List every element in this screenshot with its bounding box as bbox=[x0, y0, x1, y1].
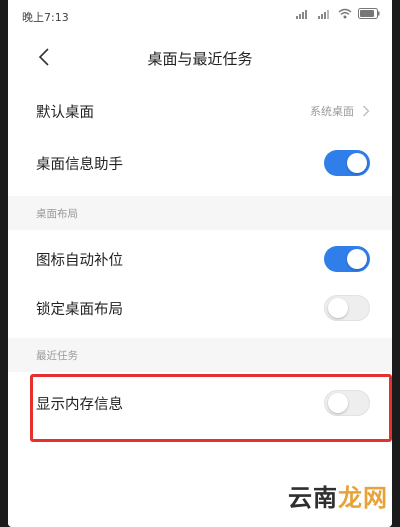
icon-autofill-label: 图标自动补位 bbox=[36, 252, 123, 269]
section-header-recent-tasks: 最近任务 bbox=[8, 338, 392, 372]
desktop-assistant-toggle[interactable] bbox=[324, 150, 370, 176]
highlight-annotation-box bbox=[30, 374, 392, 442]
watermark-part1: 云南 bbox=[288, 483, 338, 512]
status-icons bbox=[296, 8, 380, 19]
page-title: 桌面与最近任务 bbox=[147, 50, 253, 68]
default-desktop-label: 默认桌面 bbox=[36, 104, 94, 121]
signal-icon bbox=[296, 9, 307, 19]
default-desktop-value-group: 系统桌面 bbox=[310, 103, 370, 119]
toggle-knob bbox=[347, 153, 367, 173]
signal-icon-secondary bbox=[318, 9, 329, 19]
toggle-knob bbox=[347, 249, 367, 269]
settings-screen: 晚上7:13 桌面与最近任务 默认桌面 系统桌面 桌面信息助手 桌面布局 图标自… bbox=[8, 0, 392, 527]
section-header-desktop-layout: 桌面布局 bbox=[8, 196, 392, 230]
desktop-assistant-label: 桌面信息助手 bbox=[36, 156, 123, 173]
default-desktop-value: 系统桌面 bbox=[310, 105, 354, 118]
watermark: 云南 龙网 bbox=[288, 478, 388, 513]
toggle-knob bbox=[328, 298, 348, 318]
icon-autofill-row: 图标自动补位 bbox=[8, 234, 392, 284]
icon-autofill-toggle[interactable] bbox=[324, 246, 370, 272]
status-bar: 晚上7:13 bbox=[8, 0, 392, 30]
watermark-part2: 龙网 bbox=[338, 483, 388, 512]
desktop-assistant-row: 桌面信息助手 bbox=[8, 138, 392, 188]
default-desktop-row[interactable]: 默认桌面 系统桌面 bbox=[8, 86, 392, 136]
status-time: 晚上7:13 bbox=[22, 11, 69, 24]
battery-icon bbox=[358, 8, 380, 19]
chevron-right-icon bbox=[363, 105, 370, 117]
wifi-icon bbox=[338, 8, 352, 19]
lock-layout-toggle[interactable] bbox=[324, 295, 370, 321]
lock-layout-label: 锁定桌面布局 bbox=[36, 301, 123, 318]
lock-layout-row: 锁定桌面布局 bbox=[8, 283, 392, 333]
title-bar: 桌面与最近任务 bbox=[8, 30, 392, 84]
